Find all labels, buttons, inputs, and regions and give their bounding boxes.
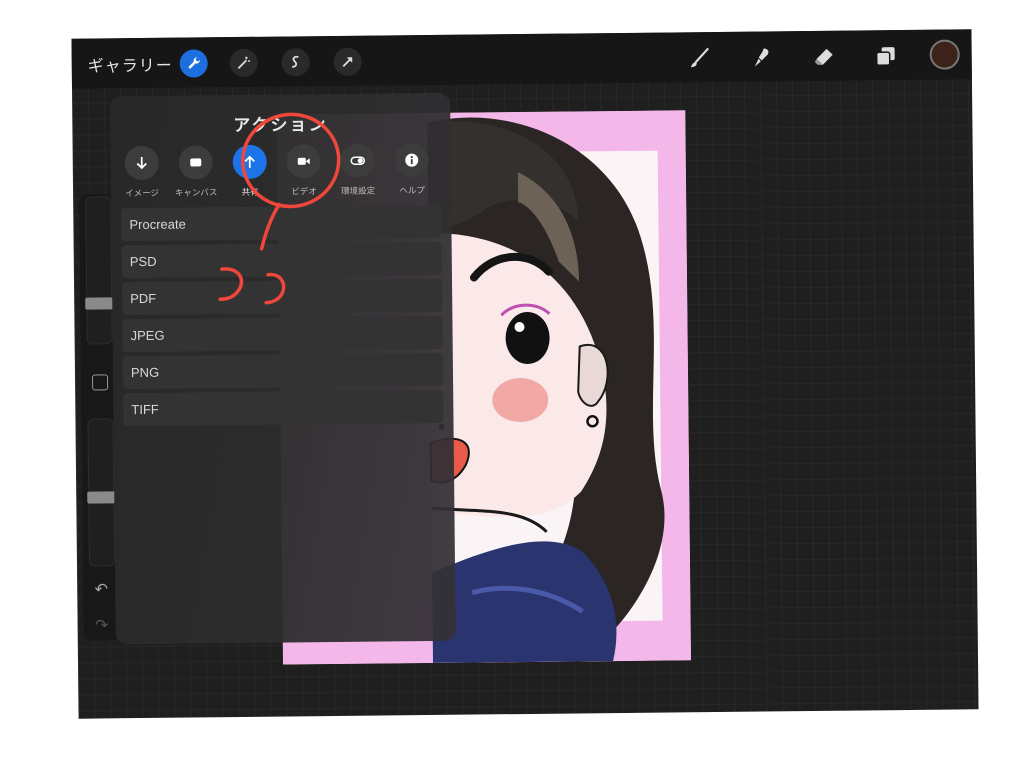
format-procreate[interactable]: Procreate: [121, 204, 442, 242]
share-arrow-up-icon: [232, 144, 267, 180]
video-camera-icon: [286, 144, 321, 179]
undo-icon[interactable]: ↶: [91, 578, 111, 598]
format-tiff[interactable]: TIFF: [123, 389, 444, 427]
brush-size-slider[interactable]: [85, 196, 114, 345]
tab-share[interactable]: 共有: [225, 144, 276, 199]
selection-icon[interactable]: [281, 48, 310, 77]
gallery-button[interactable]: ギャラリー: [88, 52, 173, 77]
canvas-icon: [178, 145, 213, 180]
tab-share-label: 共有: [241, 187, 259, 198]
layers-icon[interactable]: [872, 42, 900, 70]
format-psd[interactable]: PSD: [121, 241, 442, 279]
brush-size-knob[interactable]: [85, 297, 114, 310]
info-icon: [394, 142, 429, 178]
eraser-icon[interactable]: [810, 43, 838, 71]
tab-canvas-label: キャンバス: [174, 188, 218, 199]
adjustments-wand-icon[interactable]: [229, 48, 258, 78]
transform-arrow-icon[interactable]: [333, 47, 362, 76]
tab-help[interactable]: ヘルプ: [387, 142, 438, 197]
color-swatch[interactable]: [929, 39, 960, 70]
smudge-icon[interactable]: [748, 43, 776, 71]
tab-video-label: ビデオ: [291, 187, 317, 198]
format-pdf[interactable]: PDF: [122, 278, 443, 316]
opacity-knob[interactable]: [87, 491, 116, 504]
tab-image[interactable]: イメージ: [117, 145, 168, 200]
tab-video[interactable]: ビデオ: [279, 144, 330, 198]
share-format-list: Procreate PSD PDF JPEG PNG TIFF: [121, 204, 444, 430]
brush-icon[interactable]: [686, 44, 714, 72]
procreate-screen: ギャラリー ↶ ↷ アクション イメージ キャンバス 共有 ビデオ 環境設定 ヘ…: [71, 29, 979, 719]
opacity-slider[interactable]: [87, 418, 116, 567]
toggle-icon: [340, 143, 375, 178]
redo-icon[interactable]: ↷: [91, 614, 111, 634]
modify-button[interactable]: [91, 374, 109, 391]
top-toolbar: ギャラリー: [71, 29, 972, 89]
tab-canvas[interactable]: キャンバス: [171, 145, 222, 199]
actions-wrench-icon[interactable]: [179, 49, 208, 78]
actions-title: アクション: [233, 115, 328, 137]
tab-image-label: イメージ: [125, 188, 160, 200]
tab-preferences-label: 環境設定: [341, 186, 376, 197]
insert-arrow-down-icon: [124, 145, 159, 181]
format-jpeg[interactable]: JPEG: [122, 315, 443, 353]
tab-preferences[interactable]: 環境設定: [333, 143, 384, 197]
tab-help-label: ヘルプ: [399, 186, 425, 197]
format-png[interactable]: PNG: [122, 352, 444, 390]
actions-panel: アクション イメージ キャンバス 共有 ビデオ 環境設定 ヘルプ Procrea…: [110, 92, 456, 645]
